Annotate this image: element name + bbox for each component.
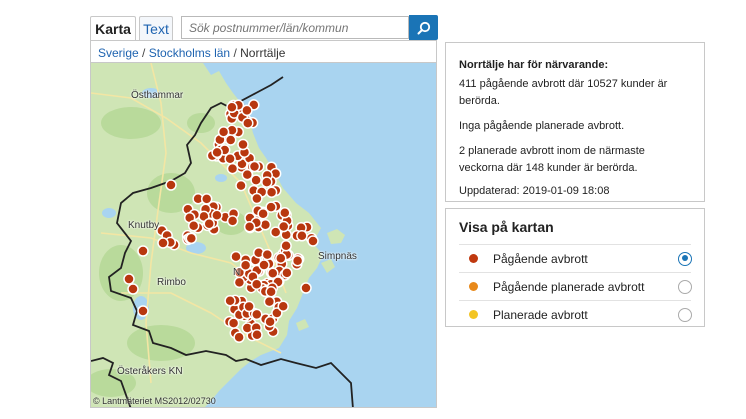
outage-marker[interactable] xyxy=(237,138,249,151)
outage-marker[interactable] xyxy=(200,193,213,205)
outage-marker[interactable] xyxy=(251,308,263,321)
outage-marker[interactable] xyxy=(211,209,223,222)
outage-marker[interactable] xyxy=(251,192,263,205)
legend-title: Visa på kartan xyxy=(459,219,554,235)
outage-marker[interactable] xyxy=(165,179,177,191)
outage-marker[interactable] xyxy=(264,315,276,328)
map-label-rimbo: Rimbo xyxy=(157,277,186,288)
outage-marker[interactable] xyxy=(123,273,135,285)
map-label-n: N xyxy=(233,267,241,278)
outage-marker[interactable] xyxy=(157,237,169,249)
outage-marker[interactable] xyxy=(296,230,308,242)
outage-marker[interactable] xyxy=(127,283,139,295)
outage-marker[interactable] xyxy=(203,217,215,230)
outage-marker[interactable] xyxy=(243,220,256,233)
outage-marker[interactable] xyxy=(239,259,252,272)
outage-markers[interactable] xyxy=(91,63,437,408)
outage-marker[interactable] xyxy=(261,248,274,261)
outage-marker[interactable] xyxy=(277,300,289,312)
search-button[interactable] xyxy=(409,15,438,40)
outage-marker[interactable] xyxy=(263,295,276,308)
planned-dot-icon xyxy=(469,310,478,319)
breadcrumb-separator: / xyxy=(233,46,237,60)
search-input[interactable] xyxy=(181,16,409,39)
map-label-knutby: Knutby xyxy=(128,220,160,231)
outage-marker[interactable] xyxy=(224,152,236,165)
outage-marker[interactable] xyxy=(230,250,242,263)
info-heading: Norrtälje har för närvarande: xyxy=(459,59,609,71)
info-ongoing-planned: Inga pågående planerade avbrott. xyxy=(459,120,625,132)
outage-marker[interactable] xyxy=(137,305,149,317)
outage-marker[interactable] xyxy=(235,179,247,192)
legend-item-ongoing-planned[interactable]: Pågående planerade avbrott xyxy=(459,272,692,300)
outage-marker[interactable] xyxy=(280,240,292,252)
outage-marker[interactable] xyxy=(233,331,245,344)
breadcrumb: Sverige / Stockholms län / Norrtälje xyxy=(90,40,437,62)
outage-marker[interactable] xyxy=(265,201,277,213)
outage-marker[interactable] xyxy=(307,235,319,247)
outage-marker[interactable] xyxy=(227,317,240,329)
legend-item-ongoing[interactable]: Pågående avbrott xyxy=(459,244,692,272)
tab-text[interactable]: Text xyxy=(139,16,173,40)
outage-marker[interactable] xyxy=(241,168,254,181)
ongoing-planned-dot-icon xyxy=(469,282,478,291)
outage-map[interactable]: Östhammar Knutby Rimbo Simpnäs N Österåk… xyxy=(90,62,437,408)
outage-marker[interactable] xyxy=(251,328,263,341)
outage-marker[interactable] xyxy=(241,104,253,117)
outage-marker[interactable] xyxy=(265,186,278,199)
info-ongoing-outages: 411 pågående avbrott där 10527 kunder är… xyxy=(459,78,668,107)
ongoing-planned-radio[interactable] xyxy=(678,279,692,294)
outage-marker[interactable] xyxy=(248,160,261,173)
planned-radio[interactable] xyxy=(678,307,692,322)
search-icon xyxy=(417,21,430,34)
outage-marker[interactable] xyxy=(275,252,287,264)
outage-marker[interactable] xyxy=(211,146,223,159)
outage-marker[interactable] xyxy=(281,267,293,279)
legend-item-label: Planerade avbrott xyxy=(493,307,588,322)
ongoing-dot-icon xyxy=(469,254,478,263)
outage-marker[interactable] xyxy=(226,215,239,227)
outage-marker[interactable] xyxy=(224,295,236,307)
outage-marker[interactable] xyxy=(277,220,290,233)
outage-marker[interactable] xyxy=(226,101,238,114)
legend-item-label: Pågående planerade avbrott xyxy=(493,279,645,294)
outage-marker[interactable] xyxy=(291,255,304,267)
outage-marker[interactable] xyxy=(261,176,273,188)
outage-marker[interactable] xyxy=(185,232,198,245)
map-label-osteraker: Österåkers KN xyxy=(117,366,183,377)
tab-karta[interactable]: Karta xyxy=(90,16,136,40)
legend-item-planned[interactable]: Planerade avbrott xyxy=(459,300,692,328)
info-updated: Uppdaterad: 2019-01-09 18:08 xyxy=(459,185,610,197)
breadcrumb-sverige[interactable]: Sverige xyxy=(98,46,139,60)
info-planned-outages: 2 planerade avbrott inom de närmaste vec… xyxy=(459,145,645,174)
map-label-osthammar: Östhammar xyxy=(131,90,184,101)
outage-marker[interactable] xyxy=(300,282,312,294)
outage-marker[interactable] xyxy=(224,134,237,146)
outage-marker[interactable] xyxy=(226,162,239,175)
outage-marker[interactable] xyxy=(217,126,230,138)
map-copyright: © Lantmäteriet MS2012/02730 xyxy=(93,396,216,406)
outage-marker[interactable] xyxy=(243,300,255,313)
outage-marker[interactable] xyxy=(265,286,277,298)
outage-marker[interactable] xyxy=(242,117,254,129)
legend-item-label: Pågående avbrott xyxy=(493,251,588,266)
outage-marker[interactable] xyxy=(187,219,200,232)
outage-marker[interactable] xyxy=(233,276,246,289)
ongoing-radio[interactable] xyxy=(678,251,692,266)
outage-marker[interactable] xyxy=(250,278,263,290)
outage-marker[interactable] xyxy=(259,219,272,231)
outage-marker[interactable] xyxy=(137,245,149,257)
breadcrumb-separator: / xyxy=(142,46,146,60)
map-label-simpnas: Simpnäs xyxy=(318,251,357,262)
outage-marker[interactable] xyxy=(258,259,270,271)
map-legend: Visa på kartan Pågående avbrott Pågående… xyxy=(445,208,705,327)
breadcrumb-lan[interactable]: Stockholms län xyxy=(149,46,230,60)
breadcrumb-kommun: Norrtälje xyxy=(240,46,286,60)
outage-marker[interactable] xyxy=(279,206,291,219)
info-panel: Norrtälje har för närvarande: 411 pågåen… xyxy=(445,42,705,202)
